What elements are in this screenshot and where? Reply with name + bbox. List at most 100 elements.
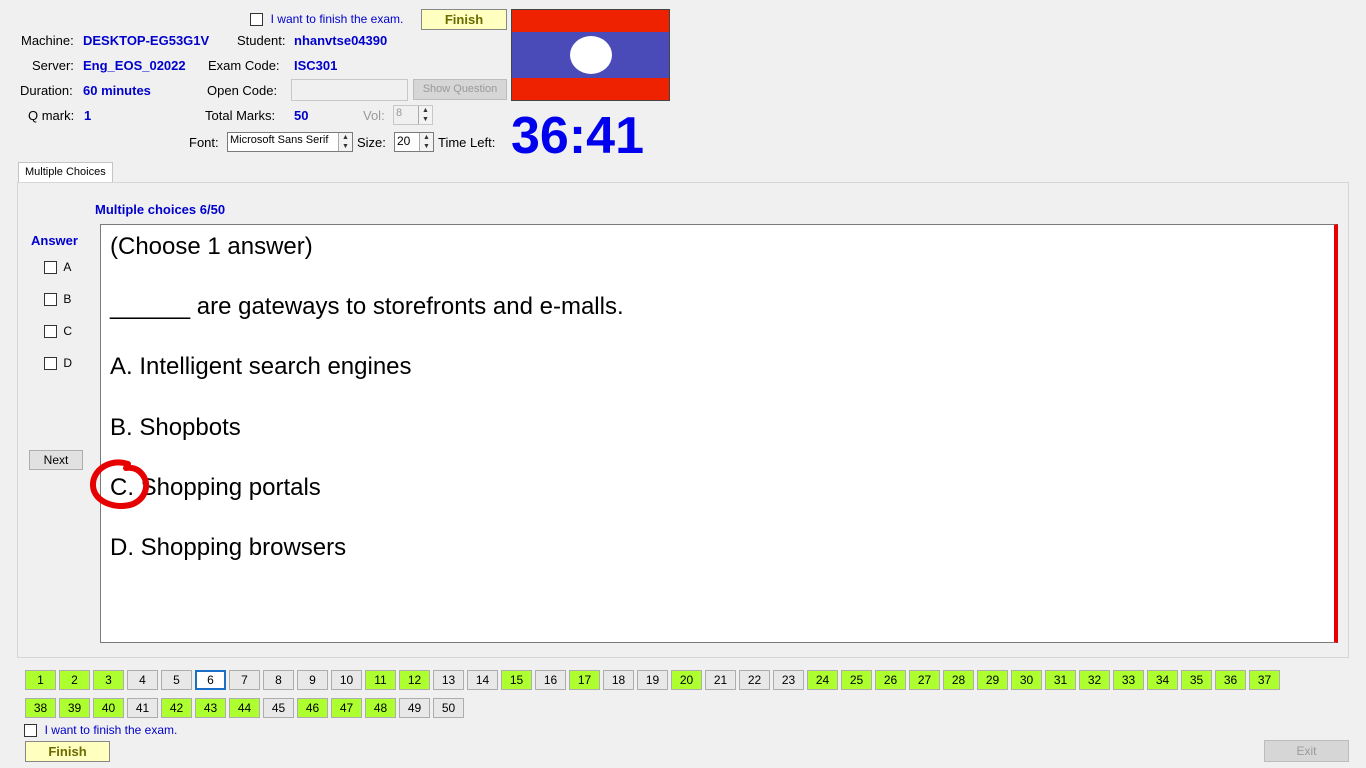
total-marks-label: Total Marks: [205,108,276,123]
flag-image [511,9,670,101]
question-choice-d: D. Shopping browsers [110,534,347,561]
tab-multiple-choices[interactable]: Multiple Choices [18,162,113,182]
question-nav-button-32[interactable]: 32 [1079,670,1110,690]
finish-button-top[interactable]: Finish [421,9,507,30]
question-stem: ______ are gateways to storefronts and e… [110,293,624,320]
qmark-label: Q mark: [28,108,75,123]
question-instruction: (Choose 1 answer) [110,233,313,260]
question-nav-button-2[interactable]: 2 [59,670,90,690]
question-nav-button-50[interactable]: 50 [433,698,464,718]
question-nav-button-36[interactable]: 36 [1215,670,1246,690]
answer-option-b[interactable]: B [44,292,71,307]
question-nav-button-43[interactable]: 43 [195,698,226,718]
server-value: Eng_EOS_02022 [83,58,186,73]
show-question-button[interactable]: Show Question [413,79,507,100]
checkbox-box[interactable] [44,357,57,371]
finish-exam-checkbox-top[interactable]: I want to finish the exam. [250,11,403,27]
question-nav-button-7[interactable]: 7 [229,670,260,690]
question-nav-button-15[interactable]: 15 [501,670,532,690]
question-nav-button-47[interactable]: 47 [331,698,362,718]
question-nav-button-30[interactable]: 30 [1011,670,1042,690]
question-nav-button-41[interactable]: 41 [127,698,158,718]
question-nav-button-34[interactable]: 34 [1147,670,1178,690]
question-nav-button-1[interactable]: 1 [25,670,56,690]
question-nav-button-35[interactable]: 35 [1181,670,1212,690]
student-label: Student: [237,33,286,48]
question-nav-button-18[interactable]: 18 [603,670,634,690]
font-select[interactable]: Microsoft Sans Serif ▲ ▼ [227,132,353,152]
question-nav-button-37[interactable]: 37 [1249,670,1280,690]
question-nav-button-17[interactable]: 17 [569,670,600,690]
question-nav-button-40[interactable]: 40 [93,698,124,718]
finish-button-bottom[interactable]: Finish [25,741,110,762]
answer-option-a[interactable]: A [44,260,72,275]
vol-value: 8 [396,107,403,119]
font-value: Microsoft Sans Serif [230,134,329,146]
machine-label: Machine: [21,33,74,48]
answer-option-d[interactable]: D [44,356,72,371]
exam-code-label: Exam Code: [208,58,280,73]
question-nav-button-5[interactable]: 5 [161,670,192,690]
checkbox-box[interactable] [24,724,37,738]
question-nav-button-16[interactable]: 16 [535,670,566,690]
question-nav-button-21[interactable]: 21 [705,670,736,690]
question-nav-button-28[interactable]: 28 [943,670,974,690]
question-nav-button-46[interactable]: 46 [297,698,328,718]
question-nav-button-24[interactable]: 24 [807,670,838,690]
checkbox-box[interactable] [44,261,57,275]
question-nav-button-49[interactable]: 49 [399,698,430,718]
duration-label: Duration: [20,83,73,98]
answer-heading: Answer [31,233,78,248]
question-nav-button-10[interactable]: 10 [331,670,362,690]
laos-flag-icon [512,10,669,100]
question-nav-button-26[interactable]: 26 [875,670,906,690]
question-nav-button-6[interactable]: 6 [195,670,226,690]
question-nav-button-48[interactable]: 48 [365,698,396,718]
question-nav-button-31[interactable]: 31 [1045,670,1076,690]
size-label: Size: [357,135,386,150]
checkbox-box[interactable] [250,13,263,27]
question-nav-button-12[interactable]: 12 [399,670,430,690]
size-spin-arrows-icon[interactable]: ▲ ▼ [419,133,433,151]
question-nav-button-22[interactable]: 22 [739,670,770,690]
question-nav-button-20[interactable]: 20 [671,670,702,690]
machine-value: DESKTOP-EG53G1V [83,33,210,48]
open-code-input[interactable] [291,79,408,101]
answer-option-c[interactable]: C [44,324,72,339]
font-spin-arrows-icon[interactable]: ▲ ▼ [338,133,352,151]
question-nav-button-45[interactable]: 45 [263,698,294,718]
checkbox-box[interactable] [44,293,57,307]
question-choice-b: B. Shopbots [110,414,241,441]
question-nav-button-29[interactable]: 29 [977,670,1008,690]
student-value: nhanvtse04390 [294,33,388,48]
size-stepper[interactable]: 20 ▲ ▼ [394,132,434,152]
question-nav-button-8[interactable]: 8 [263,670,294,690]
question-nav-button-27[interactable]: 27 [909,670,940,690]
question-nav-button-38[interactable]: 38 [25,698,56,718]
question-nav-button-9[interactable]: 9 [297,670,328,690]
question-nav-button-3[interactable]: 3 [93,670,124,690]
question-nav-button-33[interactable]: 33 [1113,670,1144,690]
qmark-value: 1 [84,108,92,123]
question-nav-button-19[interactable]: 19 [637,670,668,690]
question-nav-button-14[interactable]: 14 [467,670,498,690]
exit-button[interactable]: Exit [1264,740,1349,762]
next-button[interactable]: Next [29,450,83,470]
font-label: Font: [189,135,219,150]
vol-spin-arrows-icon[interactable]: ▲ ▼ [418,106,432,124]
vol-stepper[interactable]: 8 ▲ ▼ [393,105,433,125]
duration-value: 60 minutes [83,83,151,98]
question-nav-button-44[interactable]: 44 [229,698,260,718]
question-nav-button-42[interactable]: 42 [161,698,192,718]
question-nav-button-23[interactable]: 23 [773,670,804,690]
finish-exam-checkbox-bottom[interactable]: I want to finish the exam. [24,722,177,738]
time-left-value: 36:41 [511,107,644,165]
question-nav-button-25[interactable]: 25 [841,670,872,690]
question-nav-button-4[interactable]: 4 [127,670,158,690]
answer-option-label: A [63,260,72,274]
checkbox-box[interactable] [44,325,57,339]
question-nav-button-39[interactable]: 39 [59,698,90,718]
question-nav-button-11[interactable]: 11 [365,670,396,690]
open-code-label: Open Code: [207,83,278,98]
question-nav-button-13[interactable]: 13 [433,670,464,690]
